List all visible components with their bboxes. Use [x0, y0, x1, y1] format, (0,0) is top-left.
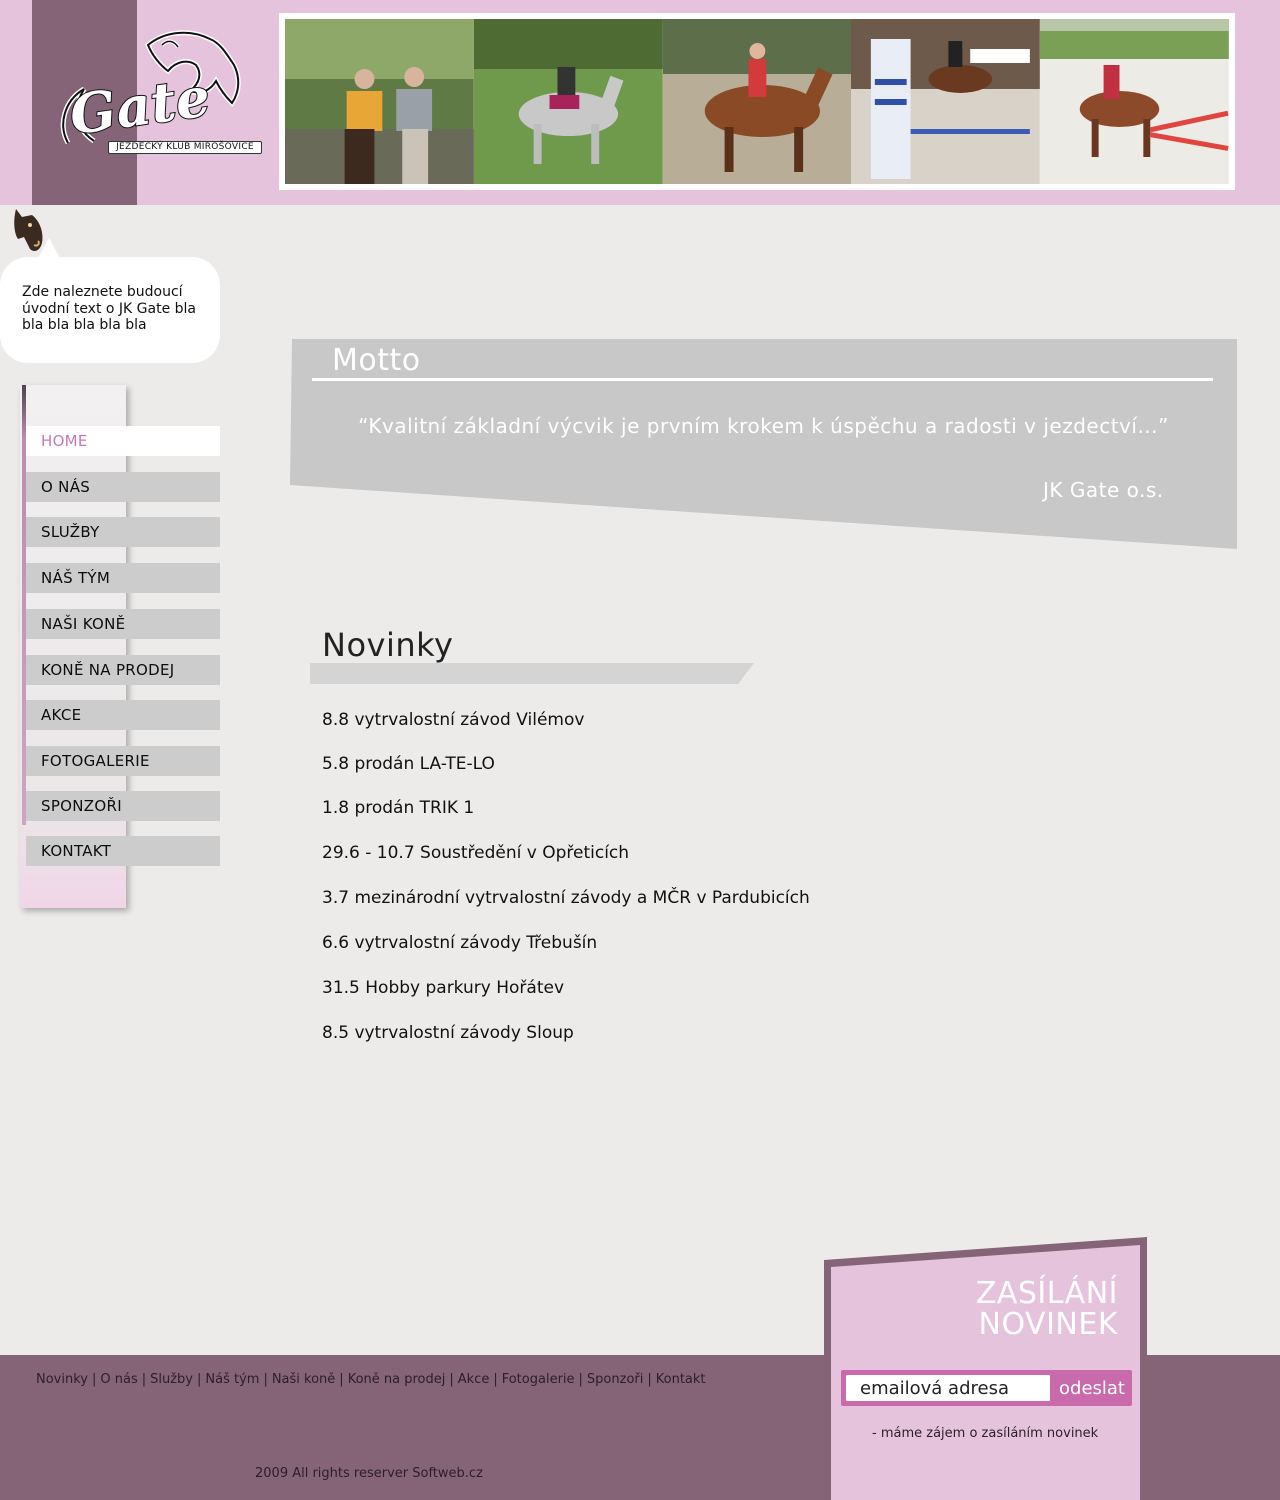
footer-link-fotogalerie[interactable]: Fotogalerie [502, 1372, 575, 1387]
news-item[interactable]: 8.5 vytrvalostní závody Sloup [322, 1023, 574, 1043]
newsletter-submit-button[interactable]: odeslat [1052, 1372, 1132, 1404]
news-item[interactable]: 8.8 vytrvalostní závod Vilémov [322, 710, 584, 730]
motto-quote: “Kvalitní základní výcvik je prvním krok… [358, 414, 1169, 438]
menu-item-fotogalerie[interactable]: FOTOGALERIE [26, 746, 220, 776]
newsletter-note: - máme zájem o zasíláním novinek [872, 1426, 1099, 1441]
footer-separator: | [647, 1372, 652, 1387]
copyright: 2009 All rights reserver Softweb.cz [255, 1466, 483, 1481]
menu-item-o-nas[interactable]: O NÁS [26, 472, 220, 502]
footer-link-akce[interactable]: Akce [458, 1372, 490, 1387]
menu-item-kone-na-prodej[interactable]: KONĚ NA PRODEJ [26, 655, 220, 685]
footer-link-sponzori[interactable]: Sponzoři [587, 1372, 643, 1387]
menu-item-sluzby[interactable]: SLUŽBY [26, 517, 220, 547]
footer-link-o-nas[interactable]: O nás [100, 1372, 137, 1387]
news-item[interactable]: 29.6 - 10.7 Soustředění v Opřeticích [322, 843, 629, 863]
newsletter-title: ZASÍLÁNÍ NOVINEK [940, 1278, 1118, 1340]
footer-separator: | [196, 1372, 202, 1387]
menu-item-sponzori[interactable]: SPONZOŘI [26, 791, 220, 821]
show-jumping-photo [851, 19, 1041, 184]
intro-text: Zde naleznete budoucí úvodní text o JK G… [22, 284, 197, 333]
footer-separator: | [91, 1372, 97, 1387]
speech-bubble-tail [38, 238, 60, 258]
footer-link-nasi-kone[interactable]: Naši koně [272, 1372, 335, 1387]
header-banner [279, 13, 1235, 190]
footer-separator: | [493, 1372, 498, 1387]
news-title-underline [310, 663, 754, 684]
logo-wordmark: Gate [66, 64, 214, 147]
motto-author: JK Gate o.s. [1043, 478, 1164, 502]
menu-item-home[interactable]: HOME [26, 426, 220, 456]
news-title: Novinky [322, 626, 454, 664]
menu-background [20, 385, 126, 908]
pony-jump-photo [1040, 19, 1229, 184]
motto-title: Motto [332, 343, 421, 378]
menu-item-nasi-kone[interactable]: NAŠI KONĚ [26, 609, 220, 639]
email-input[interactable] [846, 1375, 1050, 1401]
motto-divider [312, 378, 1213, 381]
footer-separator: | [141, 1372, 147, 1387]
newsletter-title-line1: ZASÍLÁNÍ [975, 1276, 1118, 1311]
menu-item-nas-tym[interactable]: NÁŠ TÝM [26, 563, 220, 593]
bay-horse-photo [662, 19, 852, 184]
menu-item-kontakt[interactable]: KONTAKT [26, 836, 220, 866]
menu-item-akce[interactable]: AKCE [26, 700, 220, 730]
motto-panel [290, 339, 1237, 549]
footer-separator: | [578, 1372, 583, 1387]
grey-horse-photo [473, 19, 663, 184]
logo-subtitle: JEZDECKÝ KLUB MIROŠOVICE [108, 141, 262, 154]
footer-nav: Novinky | O nás | Služby | Náš tým | Naši koně | K… [36, 1372, 706, 1387]
footer-link-nas-tym[interactable]: Náš tým [205, 1372, 259, 1387]
news-item[interactable]: 31.5 Hobby parkury Hořátev [322, 978, 564, 998]
footer-separator: | [339, 1372, 344, 1387]
news-item[interactable]: 1.8 prodán TRIK 1 [322, 798, 474, 818]
news-item[interactable]: 6.6 vytrvalostní závody Třebušín [322, 933, 597, 953]
footer-link-sluzby[interactable]: Služby [150, 1372, 193, 1387]
footer-link-kontakt[interactable]: Kontakt [656, 1372, 706, 1387]
footer-separator: | [263, 1372, 268, 1387]
gate-logo[interactable]: Gate [50, 25, 265, 160]
news-item[interactable]: 5.8 prodán LA-TE-LO [322, 754, 495, 774]
news-item[interactable]: 3.7 mezinárodní vytrvalostní závody a MČ… [322, 888, 810, 908]
footer-link-kone-na-prodej[interactable]: Koně na prodej [348, 1372, 446, 1387]
newsletter-title-line2: NOVINEK [978, 1307, 1118, 1342]
footer-separator: | [449, 1372, 454, 1387]
footer-link-novinky[interactable]: Novinky [36, 1372, 88, 1387]
riders-photo [285, 19, 474, 184]
